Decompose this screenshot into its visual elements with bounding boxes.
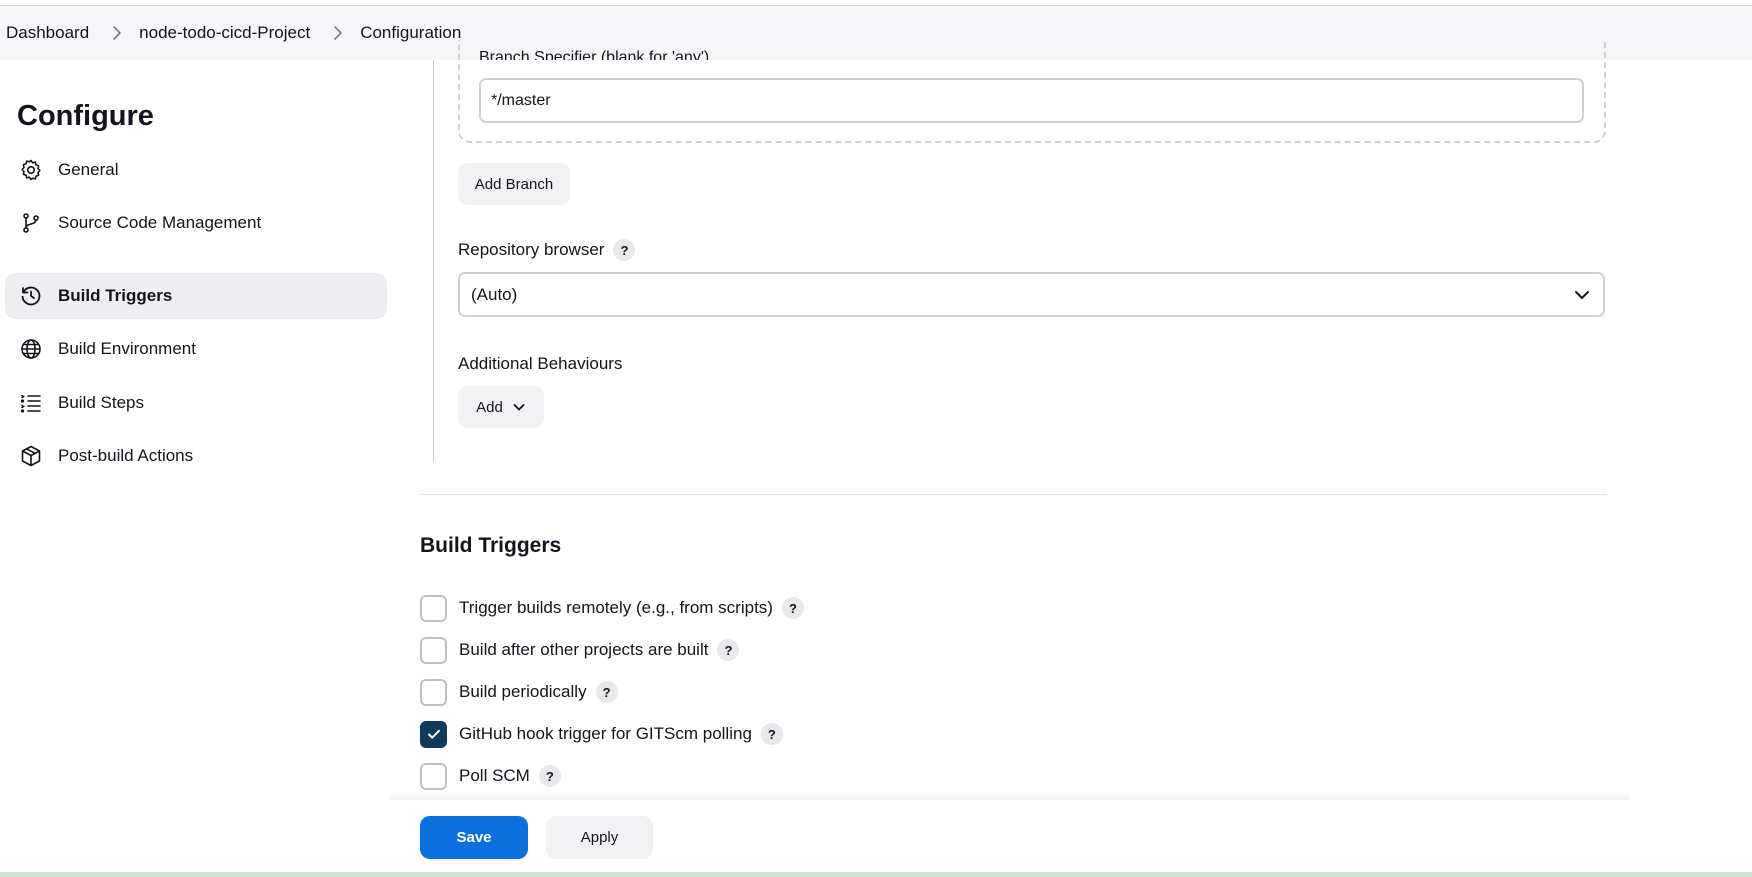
trigger-option-after-other-projects: Build after other projects are built ? (420, 636, 740, 664)
build-triggers-title: Build Triggers (420, 534, 562, 557)
save-button[interactable]: Save (420, 816, 528, 859)
add-behaviour-button[interactable]: Add (458, 386, 544, 428)
chevron-right-icon (328, 23, 348, 43)
repository-browser-label-text: Repository browser (458, 240, 605, 259)
sidebar-item-build-environment[interactable]: Build Environment (5, 326, 387, 372)
trigger-option-github-hook: GitHub hook trigger for GITScm polling ? (420, 720, 783, 748)
help-icon[interactable]: ? (613, 239, 636, 261)
help-icon[interactable]: ? (595, 681, 618, 703)
trigger-poll-scm-checkbox[interactable] (420, 762, 447, 790)
help-icon[interactable]: ? (538, 765, 561, 787)
sidebar-item-label: General (58, 160, 119, 179)
add-button-label: Add (476, 398, 503, 416)
breadcrumb-project[interactable]: node-todo-cicd-Project (139, 23, 310, 43)
trigger-github-hook-checkbox[interactable] (420, 720, 447, 748)
breadcrumb-configuration[interactable]: Configuration (360, 23, 461, 43)
gear-icon (18, 157, 44, 183)
branch-specifier-label: Branch Specifier (blank for 'any') (479, 49, 710, 60)
package-icon (18, 443, 44, 469)
add-branch-button[interactable]: Add Branch (458, 163, 570, 205)
clock-icon (18, 283, 44, 309)
help-icon[interactable]: ? (717, 639, 740, 661)
page-title: Configure (17, 100, 154, 132)
trigger-option-remote: Trigger builds remotely (e.g., from scri… (420, 594, 804, 622)
branch-specifier-input[interactable]: */master (479, 78, 1584, 123)
bottom-bar-shadow (390, 790, 1630, 800)
repository-browser-value: (Auto) (471, 284, 518, 304)
sidebar-item-post-build-actions[interactable]: Post-build Actions (5, 433, 387, 479)
chevron-right-icon (107, 23, 127, 43)
trigger-option-periodically: Build periodically ? (420, 678, 618, 706)
apply-button[interactable]: Apply (546, 816, 653, 859)
chevron-down-icon (1575, 291, 1589, 299)
globe-icon (18, 336, 44, 362)
sidebar-item-label: Build Environment (58, 339, 196, 358)
sidebar-item-build-steps[interactable]: Build Steps (5, 380, 387, 426)
list-icon (18, 390, 44, 416)
trigger-option-label: Poll SCM (459, 766, 530, 785)
additional-behaviours-label: Additional Behaviours (458, 354, 623, 373)
trigger-periodically-checkbox[interactable] (420, 678, 447, 706)
trigger-option-label: GitHub hook trigger for GITScm polling (459, 724, 752, 743)
sidebar-item-label: Build Triggers (58, 286, 173, 305)
sidebar-item-general[interactable]: General (5, 147, 387, 193)
trigger-option-poll-scm: Poll SCM ? (420, 762, 561, 790)
checkmark-icon (427, 729, 440, 739)
repository-browser-select[interactable]: (Auto) (458, 272, 1605, 317)
help-icon[interactable]: ? (760, 723, 783, 745)
window-bottom-edge (0, 872, 1752, 877)
sidebar-item-label: Source Code Management (58, 213, 262, 232)
help-icon[interactable]: ? (781, 597, 804, 619)
section-divider (420, 494, 1606, 495)
chevron-down-icon (513, 404, 525, 411)
trigger-option-label: Trigger builds remotely (e.g., from scri… (459, 598, 773, 617)
sidebar-item-label: Post-build Actions (58, 446, 194, 465)
trigger-remote-checkbox[interactable] (420, 594, 447, 622)
trigger-option-label: Build after other projects are built (459, 640, 709, 659)
git-branch-icon (18, 210, 44, 236)
trigger-after-other-checkbox[interactable] (420, 636, 447, 664)
trigger-option-label: Build periodically (459, 682, 587, 701)
section-divider-vertical (433, 60, 434, 462)
sidebar-item-source-code-management[interactable]: Source Code Management (5, 200, 387, 246)
sidebar-item-build-triggers[interactable]: Build Triggers (5, 273, 387, 319)
repository-browser-label: Repository browser ? (458, 239, 636, 261)
breadcrumb-dashboard[interactable]: Dashboard (6, 23, 89, 43)
sidebar: Configure General Source Code Management… (0, 60, 400, 877)
sidebar-item-label: Build Steps (58, 393, 144, 412)
